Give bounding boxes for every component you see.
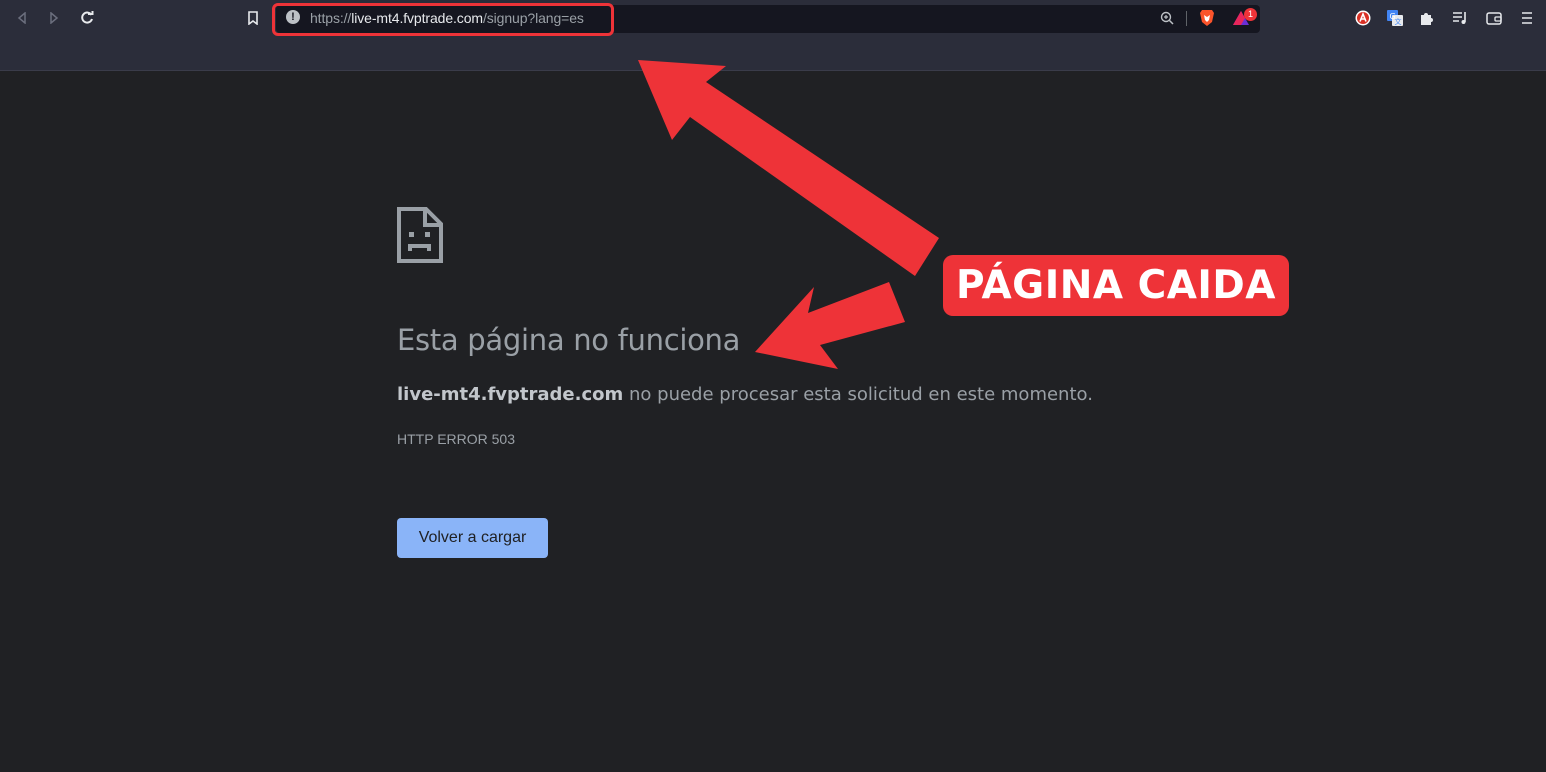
annotation-arrows <box>638 60 939 369</box>
annotation-arrow-up <box>638 60 939 276</box>
annotation-arrow-left <box>755 282 905 369</box>
annotation-label: PÁGINA CAIDA <box>943 255 1289 316</box>
